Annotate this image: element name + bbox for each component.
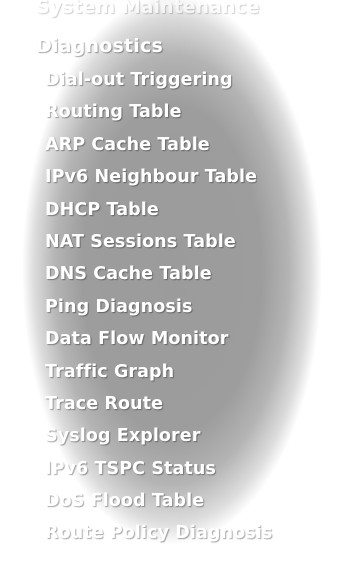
menu-item-traffic-graph[interactable]: Traffic Graph [45,356,272,388]
diagnostics-menu-panel: System Maintenance Diagnostics Dial-out … [32,0,324,554]
menu-item-ping-diagnosis[interactable]: Ping Diagnosis [45,291,272,323]
diagnostics-section-header[interactable]: Diagnostics [36,34,163,58]
diagnostics-submenu-list: Dial-out Triggering Routing Table ARP Ca… [45,64,272,550]
menu-item-dhcp-table[interactable]: DHCP Table [45,194,272,226]
menu-item-nat-sessions-table[interactable]: NAT Sessions Table [45,226,272,258]
menu-item-ipv6-tspc-status[interactable]: IPv6 TSPC Status [45,453,272,485]
menu-item-syslog-explorer[interactable]: Syslog Explorer [45,420,272,452]
menu-frame: System Maintenance Diagnostics Dial-out … [6,0,338,562]
menu-item-dial-out-triggering[interactable]: Dial-out Triggering [45,64,272,96]
menu-item-arp-cache-table[interactable]: ARP Cache Table [45,129,272,161]
parent-menu-item-system-maintenance[interactable]: System Maintenance [36,0,260,18]
menu-item-routing-table[interactable]: Routing Table [45,96,272,128]
menu-item-trace-route[interactable]: Trace Route [45,388,272,420]
menu-item-dos-flood-table[interactable]: DoS Flood Table [45,485,272,517]
menu-item-data-flow-monitor[interactable]: Data Flow Monitor [45,323,272,355]
menu-item-route-policy-diagnosis[interactable]: Route Policy Diagnosis [45,517,272,549]
menu-item-dns-cache-table[interactable]: DNS Cache Table [45,258,272,290]
menu-item-ipv6-neighbour-table[interactable]: IPv6 Neighbour Table [45,161,272,193]
